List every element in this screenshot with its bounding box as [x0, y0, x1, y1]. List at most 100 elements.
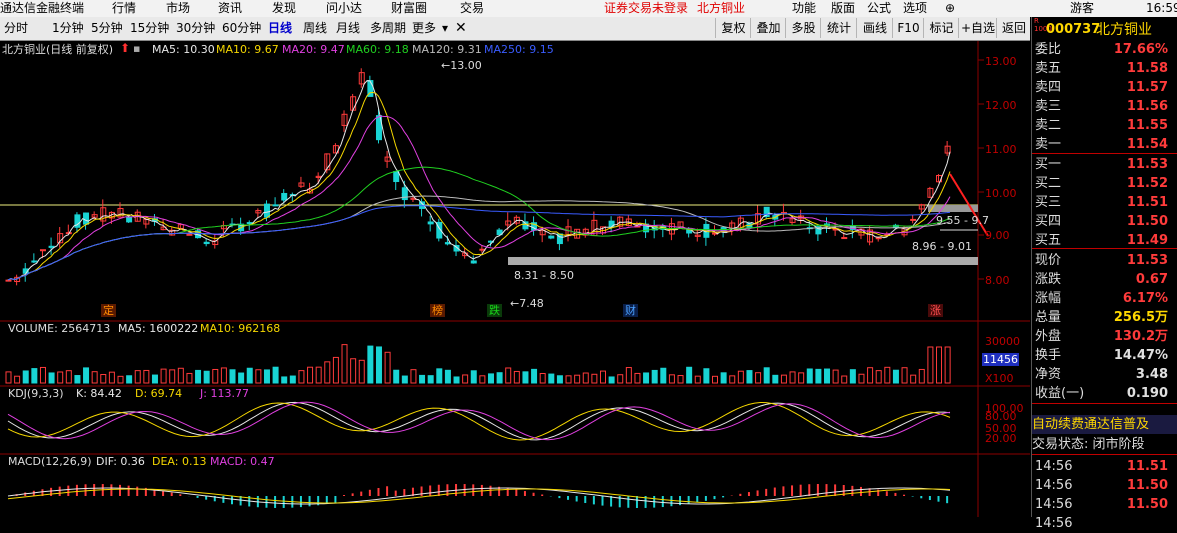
volume-bar — [315, 366, 322, 384]
mark-button[interactable]: 标记 — [923, 18, 959, 38]
volume-bar — [419, 374, 426, 384]
volume-bar — [522, 371, 529, 384]
stats-button[interactable]: 统计 — [820, 18, 857, 38]
quote-row-net-assets: 净资 3.48 — [1032, 365, 1177, 384]
menu-item-formula[interactable]: 公式 — [867, 0, 891, 17]
overlay-button[interactable]: 叠加 — [750, 18, 786, 38]
volume-bar — [755, 372, 762, 384]
volume-bar — [246, 367, 253, 384]
volume-bar — [841, 375, 848, 384]
candle-body — [83, 212, 90, 225]
period-15min[interactable]: 15分钟 — [130, 17, 169, 40]
quote-label: 卖一 — [1035, 137, 1062, 152]
volume-bar — [789, 371, 796, 384]
event-marker-zhang[interactable]: 涨 — [928, 304, 943, 317]
stock-notice[interactable]: 北方铜业 — [697, 0, 745, 17]
kdj-j-label: J: 113.77 — [200, 387, 249, 400]
ma250-label: MA250: 9.15 — [484, 43, 554, 56]
quote-row-bid2: 买二 11.52 — [1032, 174, 1177, 193]
candle-body — [281, 192, 288, 201]
period-1min[interactable]: 1分钟 — [52, 17, 84, 40]
quote-value: 11.57 — [1126, 80, 1168, 95]
menu-item-news[interactable]: 资讯 — [218, 0, 242, 17]
period-monthly[interactable]: 月线 — [336, 17, 360, 40]
back-button[interactable]: 返回 — [996, 18, 1031, 38]
adjust-button[interactable]: 复权 — [715, 18, 751, 38]
chevron-down-icon[interactable]: ▾ — [442, 17, 448, 40]
volume-bar — [625, 367, 632, 384]
quote-label: 现价 — [1035, 253, 1062, 268]
ma-line — [7, 91, 951, 281]
candle-body — [686, 229, 693, 234]
volume-label: VOLUME: 2564713 — [8, 322, 111, 335]
event-marker-bang[interactable]: 榜 — [430, 304, 445, 317]
kdj-d-label: D: 69.74 — [135, 387, 183, 400]
period-weekly[interactable]: 周线 — [303, 17, 327, 40]
menu-item-quotes[interactable]: 行情 — [112, 0, 136, 17]
tick-row: 14:56 11.50 — [1032, 495, 1177, 514]
zone-low-annotation: 8.31 - 8.50 — [514, 269, 574, 282]
volume-bar — [57, 371, 64, 384]
macd-label: MACD(12,26,9) — [8, 455, 92, 468]
settings-icon[interactable]: ▪ — [133, 42, 140, 55]
volume-bar — [134, 370, 141, 384]
volume-bar — [65, 370, 72, 384]
quote-label: 卖五 — [1035, 61, 1062, 76]
close-icon[interactable]: ✕ — [455, 17, 467, 40]
quote-label: 卖二 — [1035, 118, 1062, 133]
f10-button[interactable]: F10 — [892, 18, 924, 38]
user-label[interactable]: 游客 — [1070, 0, 1094, 17]
volume-bar — [531, 368, 538, 384]
volume-bar — [798, 372, 805, 384]
divider — [1032, 248, 1177, 249]
macd-dea-label: DEA: 0.13 — [152, 455, 207, 468]
volume-bar — [694, 375, 701, 384]
lock-icon[interactable]: ⊕ — [945, 0, 955, 17]
tick-price: 11.51 — [1126, 459, 1168, 474]
quote-value: 11.50 — [1126, 214, 1168, 229]
volume-bar — [83, 367, 90, 384]
volume-bar — [565, 375, 572, 384]
period-60min[interactable]: 60分钟 — [222, 17, 261, 40]
event-marker-cai[interactable]: 财 — [623, 304, 638, 317]
price-axis-9: 9.00 — [985, 229, 1010, 242]
quote-value: 11.52 — [1126, 176, 1168, 191]
stock-name: 北方铜业 — [1096, 22, 1152, 38]
menu-item-market[interactable]: 市场 — [166, 0, 190, 17]
period-5min[interactable]: 5分钟 — [91, 17, 123, 40]
volume-bar — [212, 368, 219, 384]
draw-button[interactable]: 画线 — [856, 18, 893, 38]
quote-label: 卖三 — [1035, 99, 1062, 114]
menu-item-discover[interactable]: 发现 — [272, 0, 296, 17]
menu-item-community[interactable]: 财富圈 — [391, 0, 427, 17]
menu-item-assistant[interactable]: 问小达 — [326, 0, 362, 17]
volume-bar — [151, 374, 158, 384]
kline-chart[interactable]: 北方铜业(日线 前复权) ⬆ ▪ MA5: 10.30 MA10: 9.67 M… — [0, 41, 1030, 517]
period-multi[interactable]: 多周期 — [370, 17, 406, 40]
menu-item-trade[interactable]: 交易 — [460, 0, 484, 17]
multi-stock-button[interactable]: 多股 — [785, 18, 821, 38]
event-marker-ding[interactable]: 定 — [101, 304, 116, 317]
menu-item-function[interactable]: 功能 — [792, 0, 816, 17]
price-axis-13: 13.00 — [985, 55, 1017, 68]
promo-banner[interactable]: 自动续费通达信普及 — [1032, 415, 1177, 434]
volume-bar — [548, 373, 555, 384]
volume-bar — [324, 361, 331, 384]
volume-bar — [462, 374, 469, 384]
volume-bar — [410, 369, 417, 384]
price-axis-8: 8.00 — [985, 274, 1010, 287]
event-marker-die[interactable]: 跌 — [487, 304, 502, 317]
volume-bar — [617, 374, 624, 384]
period-30min[interactable]: 30分钟 — [176, 17, 215, 40]
login-notice[interactable]: 证券交易未登录 — [604, 0, 688, 17]
menu-item-options[interactable]: 选项 — [903, 0, 927, 17]
add-watchlist-button[interactable]: +自选 — [958, 18, 997, 38]
candle-body — [186, 233, 193, 236]
period-more[interactable]: 更多 — [412, 17, 436, 40]
menu-item-layout[interactable]: 版面 — [831, 0, 855, 17]
period-tick[interactable]: 分时 — [4, 17, 28, 40]
volume-bar — [867, 367, 874, 384]
volume-bar — [5, 371, 12, 384]
period-daily[interactable]: 日线 — [268, 17, 292, 40]
volume-bar — [272, 366, 279, 384]
